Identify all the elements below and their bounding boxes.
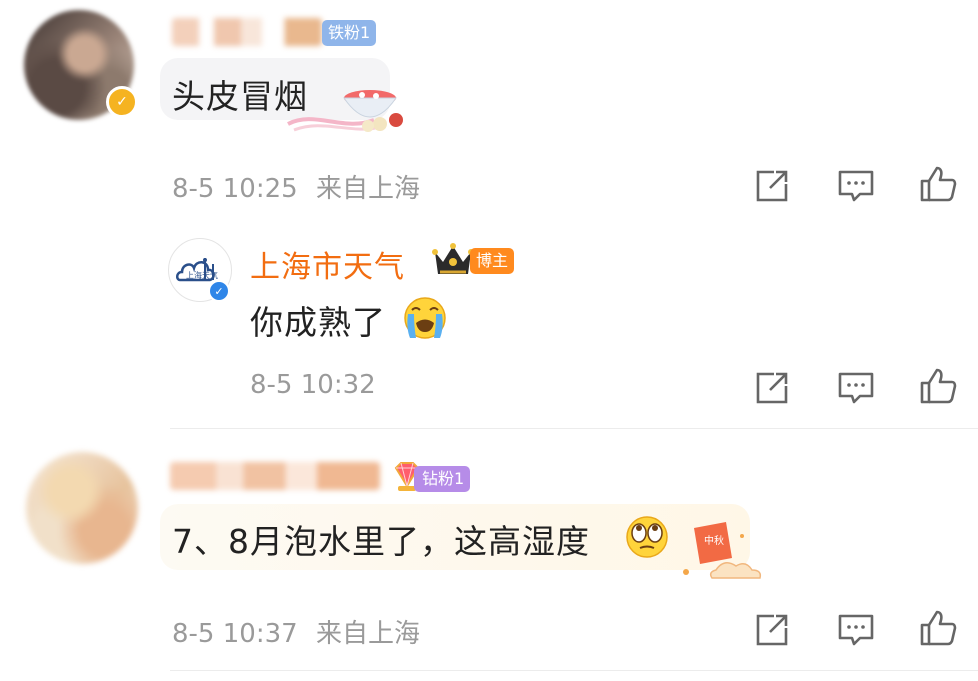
crown-icon [432,243,474,274]
fan-level-badge: 铁粉1 [322,20,377,46]
crying-emoji-icon [404,297,446,339]
fan-level-badge: 钻粉1 [414,466,471,492]
mid-autumn-sticker-icon: 中秋 [683,522,762,579]
thumbs-up-icon[interactable] [918,366,958,406]
location: 来自上海 [315,174,420,204]
share-icon[interactable] [752,368,792,408]
divider [170,670,978,671]
comment-icon[interactable] [836,610,876,650]
comment-text: 你成熟了 [250,303,386,342]
avatar[interactable] [26,452,138,564]
comment-meta: 8-5 10:37 来自上海 [172,613,420,650]
svg-text:中秋: 中秋 [704,534,724,547]
share-icon[interactable] [752,610,792,650]
divider [170,428,978,429]
location: 来自上海 [315,619,420,649]
comment-meta: 8-5 10:32 [250,370,376,400]
comment-meta: 8-5 10:25 来自上海 [172,168,420,205]
username-blurred[interactable] [172,18,322,46]
timestamp: 8-5 10:37 [172,619,298,649]
timestamp: 8-5 10:32 [250,370,376,400]
timestamp: 8-5 10:25 [172,174,298,204]
comment-icon[interactable] [836,166,876,206]
rolling-eyes-emoji-icon [626,516,668,558]
username[interactable]: 上海市天气 [250,242,405,286]
verified-badge-icon: ✓ [106,86,138,118]
share-icon[interactable] [752,166,792,206]
svg-text:上海天气: 上海天气 [186,270,218,280]
thumbs-up-icon[interactable] [918,608,958,648]
verified-badge-icon: ✓ [208,280,230,302]
comment-icon[interactable] [836,368,876,408]
role-badge: 博主 [470,248,515,274]
bowl-sticker-icon [287,90,403,132]
comment-list: ✓ 铁粉1 头皮冒烟 8-5 10:25 来自上海 上海天气 ✓ 上海市天气 博… [0,0,978,681]
comment-text: 7、8月泡水里了，这高湿度 [172,522,590,561]
thumbs-up-icon[interactable] [918,164,958,204]
username-blurred[interactable] [170,462,380,490]
